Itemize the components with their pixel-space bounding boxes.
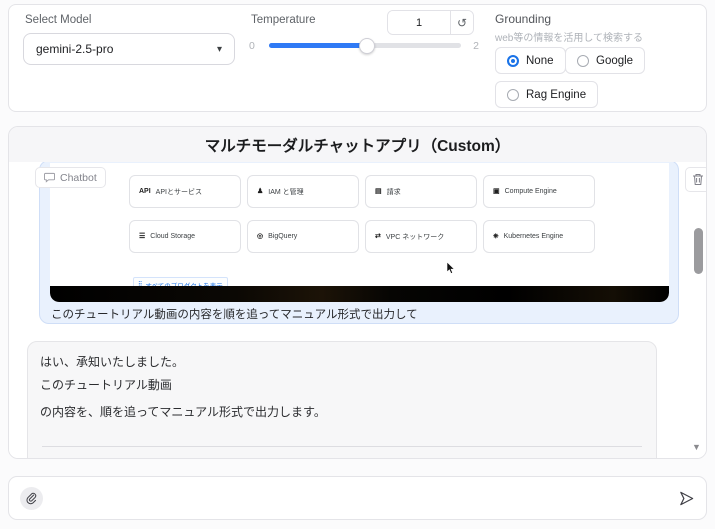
temperature-label: Temperature [251, 14, 316, 26]
grounding-label: Grounding [495, 12, 552, 26]
clear-chat-button[interactable] [685, 167, 706, 192]
message-composer [8, 476, 707, 520]
user-message-text: このチュートリアル動画の内容を順を追ってマニュアル形式で出力して [51, 309, 418, 321]
grounding-option-label: None [526, 54, 554, 67]
card-iam-admin: ♟ IAM と管理 [247, 175, 359, 208]
grounding-description: web等の情報を活用して検索する [495, 33, 644, 44]
send-button[interactable] [678, 490, 695, 507]
chat-scrollbar-thumb[interactable] [694, 228, 703, 274]
card-bigquery: ◎ BigQuery [247, 220, 359, 253]
card-vpc-network: ⇄ VPC ネットワーク [365, 220, 477, 253]
temperature-slider-fill [269, 43, 366, 48]
message-input[interactable] [51, 476, 670, 520]
trash-icon [692, 174, 703, 185]
attach-file-button[interactable] [20, 486, 43, 510]
cloud-storage-icon: ☰ [139, 233, 146, 240]
chat-bubble-icon [44, 172, 55, 183]
send-icon [680, 491, 694, 505]
bot-message-line: はい、承知いたしました。 [40, 355, 185, 369]
scroll-to-bottom-icon[interactable]: ▼ [692, 442, 701, 452]
chat-panel: マルチモーダルチャットアプリ（Custom） API APIとサービス ♟ IA… [8, 126, 707, 459]
model-dropdown[interactable]: gemini-2.5-pro ▾ [23, 33, 235, 65]
settings-panel: Select Model gemini-2.5-pro ▾ Temperatur… [8, 4, 707, 112]
iam-icon: ♟ [257, 188, 264, 195]
chatbot-area: API APIとサービス ♟ IAM と管理 ▤ 請求 ▣ Compute En… [9, 162, 706, 458]
card-api-services: API APIとサービス [129, 175, 241, 208]
bot-message-bubble: はい、承知いたしました。 このチュートリアル動画 の内容を、順を追ってマニュアル… [27, 341, 657, 458]
billing-icon: ▤ [375, 188, 382, 195]
temperature-number-box: ↺ [387, 10, 474, 35]
bot-message-line: の内容を、順を追ってマニュアル形式で出力します。 [40, 405, 326, 419]
radio-selected-icon [507, 54, 519, 67]
compute-engine-icon: ▣ [493, 188, 500, 195]
temperature-slider-track[interactable] [269, 38, 461, 54]
page-title: マルチモーダルチャットアプリ（Custom） [204, 137, 511, 155]
grounding-option-label: Rag Engine [526, 88, 587, 101]
slider-min-label: 0 [249, 40, 255, 52]
chatbot-label: Chatbot [60, 171, 97, 184]
api-icon: API [139, 188, 151, 195]
radio-unselected-icon [577, 54, 589, 67]
console-card-grid: API APIとサービス ♟ IAM と管理 ▤ 請求 ▣ Compute En… [129, 175, 595, 253]
model-dropdown-value: gemini-2.5-pro [36, 42, 114, 56]
temperature-value-input[interactable] [388, 11, 450, 34]
temperature-slider-handle[interactable] [359, 38, 375, 54]
kubernetes-icon: ⎈ [493, 233, 499, 240]
card-billing: ▤ 請求 [365, 175, 477, 208]
bigquery-icon: ◎ [257, 233, 264, 240]
card-kubernetes-engine: ⎈ Kubernetes Engine [483, 220, 595, 253]
mouse-cursor-icon [446, 262, 455, 274]
chatbot-label-chip: Chatbot [35, 167, 106, 188]
model-select-label: Select Model [25, 14, 92, 26]
grounding-option-rag-engine[interactable]: Rag Engine [495, 81, 599, 108]
slider-max-label: 2 [473, 40, 479, 52]
bot-message-line: このチュートリアル動画 [40, 378, 172, 392]
vpc-network-icon: ⇄ [375, 233, 381, 240]
reset-icon[interactable]: ↺ [450, 11, 473, 34]
app-header: マルチモーダルチャットアプリ（Custom） [9, 127, 706, 162]
grounding-option-none[interactable]: None [495, 47, 566, 74]
paperclip-icon [26, 492, 37, 504]
video-letterbox-bar [50, 286, 669, 302]
user-message-bubble: API APIとサービス ♟ IAM と管理 ▤ 請求 ▣ Compute En… [39, 162, 679, 324]
chevron-down-icon: ▾ [216, 43, 222, 55]
markdown-divider [42, 446, 642, 447]
video-frame: API APIとサービス ♟ IAM と管理 ▤ 請求 ▣ Compute En… [50, 163, 669, 302]
card-compute-engine: ▣ Compute Engine [483, 175, 595, 208]
grounding-option-label: Google [596, 54, 634, 67]
radio-unselected-icon [507, 88, 519, 101]
grounding-option-google[interactable]: Google [565, 47, 646, 74]
card-cloud-storage: ☰ Cloud Storage [129, 220, 241, 253]
temperature-slider: 0 2 [249, 37, 479, 57]
